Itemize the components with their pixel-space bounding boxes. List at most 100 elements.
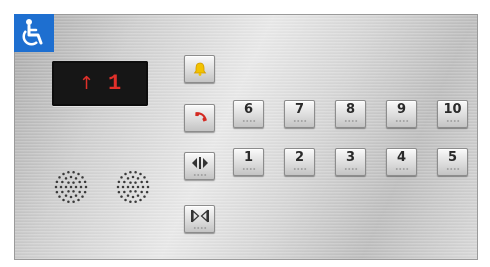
speaker-hole xyxy=(131,185,135,189)
speaker-hole xyxy=(143,195,146,198)
speaker-hole xyxy=(69,175,73,179)
speaker-hole xyxy=(64,194,68,197)
phone-button[interactable] xyxy=(184,104,215,132)
speaker-hole xyxy=(67,190,70,193)
speaker-hole xyxy=(129,190,132,193)
speaker-hole xyxy=(84,185,88,189)
door-close-icon xyxy=(190,209,209,222)
speaker-hole xyxy=(131,175,135,179)
floor-button-9[interactable]: 9 xyxy=(386,100,417,128)
speaker-hole xyxy=(59,185,63,189)
speaker-hole xyxy=(131,195,135,199)
speaker-hole xyxy=(58,195,61,198)
speaker-hole xyxy=(139,172,142,176)
speaker-hole xyxy=(120,195,123,198)
speaker-hole xyxy=(69,195,73,199)
speaker-hole xyxy=(120,176,123,179)
braille-dots xyxy=(343,167,358,171)
door-open-button[interactable] xyxy=(184,152,215,180)
floor-label: 7 xyxy=(294,102,305,117)
speaker-hole xyxy=(77,172,80,176)
speaker-hole xyxy=(136,177,140,180)
speaker-hole xyxy=(83,180,87,184)
speaker-hole xyxy=(129,181,132,184)
braille-dots xyxy=(192,225,207,230)
speaker-hole xyxy=(78,190,81,194)
speaker-hole xyxy=(67,181,70,184)
speaker-hole xyxy=(136,185,140,189)
speaker-hole xyxy=(55,190,59,194)
braille-dots xyxy=(292,167,307,171)
speaker-hole xyxy=(126,185,130,189)
floor-indicator-display: ↑ 1 xyxy=(52,61,148,106)
floor-button-7[interactable]: 7 xyxy=(284,100,315,128)
speaker-hole xyxy=(141,185,145,189)
braille-dots xyxy=(192,172,207,177)
speaker-hole xyxy=(72,200,75,204)
speaker-hole xyxy=(69,185,73,189)
speaker-hole xyxy=(143,176,146,179)
speaker-hole xyxy=(126,177,130,180)
speaker-hole xyxy=(134,181,137,184)
floor-label: 8 xyxy=(345,102,356,117)
speaker-hole xyxy=(134,200,137,204)
speaker-hole xyxy=(123,190,126,194)
door-close-button[interactable] xyxy=(184,205,215,233)
speaker-hole xyxy=(116,185,120,189)
floor-button-1[interactable]: 1 xyxy=(233,148,264,176)
speaker-hole xyxy=(58,176,61,179)
floor-button-3[interactable]: 3 xyxy=(335,148,366,176)
speaker-hole xyxy=(129,200,132,204)
speaker-hole xyxy=(62,172,65,176)
speaker-hole xyxy=(77,198,80,202)
speaker-hole xyxy=(140,190,143,194)
speaker-hole xyxy=(74,177,78,180)
braille-dots xyxy=(394,167,409,171)
speaker-hole xyxy=(117,180,121,184)
braille-dots xyxy=(445,119,460,123)
speaker-hole xyxy=(123,180,126,184)
floor-label: 3 xyxy=(345,150,356,165)
floor-label: 6 xyxy=(243,102,254,117)
floor-label: 5 xyxy=(447,150,458,165)
floor-button-5[interactable]: 5 xyxy=(437,148,468,176)
speaker-hole xyxy=(140,180,143,184)
elevator-panel xyxy=(14,14,478,260)
floor-label: 2 xyxy=(294,150,305,165)
door-open-icon xyxy=(191,156,208,169)
floor-label: 10 xyxy=(443,102,462,117)
speaker-hole xyxy=(67,170,70,174)
speaker-hole xyxy=(55,180,59,184)
wheelchair-icon xyxy=(14,14,54,52)
phone-icon xyxy=(194,112,207,122)
floor-label: 4 xyxy=(396,150,407,165)
speaker-hole xyxy=(62,198,65,202)
floor-button-4[interactable]: 4 xyxy=(386,148,417,176)
speaker-hole xyxy=(124,198,127,202)
braille-dots xyxy=(343,119,358,123)
floor-button-10[interactable]: 10 xyxy=(437,100,468,128)
speaker-hole xyxy=(78,180,81,184)
speaker-hole xyxy=(67,200,70,204)
speaker-hole xyxy=(72,190,75,193)
speaker-hole xyxy=(64,177,68,180)
speaker-hole xyxy=(129,170,132,174)
speaker-hole xyxy=(146,185,150,189)
speaker-hole xyxy=(117,190,121,194)
floor-label: 9 xyxy=(396,102,407,117)
floor-label: 1 xyxy=(243,150,254,165)
floor-button-6[interactable]: 6 xyxy=(233,100,264,128)
floor-button-8[interactable]: 8 xyxy=(335,100,366,128)
direction-arrow: ↑ xyxy=(78,73,94,94)
current-floor: 1 xyxy=(107,71,122,96)
speaker-hole xyxy=(74,185,78,189)
alarm-button[interactable] xyxy=(184,55,215,83)
floor-button-2[interactable]: 2 xyxy=(284,148,315,176)
speaker-hole xyxy=(124,172,127,176)
speaker-hole xyxy=(61,180,64,184)
speaker-hole xyxy=(139,198,142,202)
speaker-hole xyxy=(145,190,149,194)
speaker-hole xyxy=(83,190,87,194)
braille-dots xyxy=(241,119,256,123)
braille-dots xyxy=(241,167,256,171)
